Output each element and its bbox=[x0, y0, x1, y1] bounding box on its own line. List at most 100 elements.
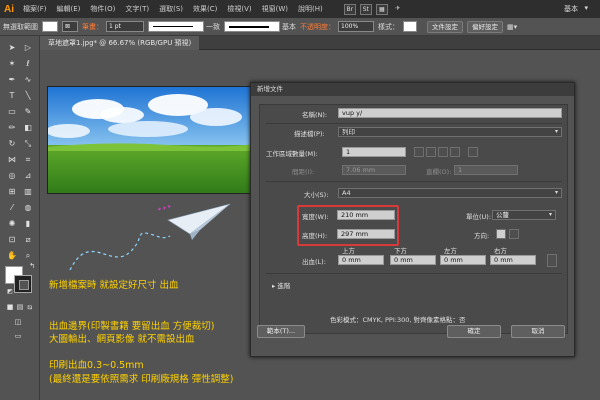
symbol-sprayer-icon[interactable]: ✺ bbox=[6, 218, 18, 230]
variable-width-profile[interactable] bbox=[148, 21, 204, 32]
document-tab[interactable]: 草地遮罩1.jpg* @ 66.67% (RGB/GPU 預視) bbox=[40, 36, 200, 50]
profile-select[interactable]: 列印 bbox=[338, 127, 562, 137]
ok-button[interactable]: 確定 bbox=[447, 325, 501, 338]
menu-edit[interactable]: 編輯(E) bbox=[52, 4, 86, 14]
stock-icon[interactable]: St bbox=[359, 3, 372, 15]
note-line-4: 印刷出血0.3~0.5mm bbox=[49, 360, 144, 371]
opacity-input[interactable]: 100% bbox=[338, 21, 374, 32]
gradient-tool-icon[interactable]: ▥ bbox=[22, 186, 34, 198]
width-label: 寬度(W): bbox=[302, 213, 329, 221]
none-mode-icon[interactable]: ⧅ bbox=[24, 301, 36, 313]
selection-status: 無選取範圍 bbox=[3, 22, 38, 31]
menu-object[interactable]: 物件(O) bbox=[85, 4, 120, 14]
artboard-tool-icon[interactable]: ⊡ bbox=[6, 234, 18, 246]
landscape-image bbox=[48, 87, 258, 193]
menu-file[interactable]: 檔案(F) bbox=[18, 4, 52, 14]
magic-wand-icon[interactable]: ✶ bbox=[6, 58, 18, 70]
eyedropper-icon[interactable]: ⁄ bbox=[6, 202, 18, 214]
layout-direction-icon[interactable] bbox=[468, 147, 478, 157]
curvature-tool-icon[interactable]: ∿ bbox=[22, 74, 34, 86]
height-input[interactable]: 297 mm bbox=[337, 229, 395, 239]
templates-button[interactable]: 範本(T)... bbox=[257, 325, 305, 338]
eraser-icon[interactable]: ◧ bbox=[22, 122, 34, 134]
lasso-icon[interactable]: ℓ bbox=[22, 58, 34, 70]
brush-label: 基本 bbox=[282, 22, 296, 31]
bleed-top-input[interactable]: 0 mm bbox=[338, 255, 384, 265]
menu-effect[interactable]: 效果(C) bbox=[188, 4, 222, 14]
perspective-grid-icon[interactable]: ⊿ bbox=[22, 170, 34, 182]
bleed-left-label: 左方 bbox=[444, 247, 457, 255]
bleed-left-input[interactable]: 0 mm bbox=[440, 255, 486, 265]
menu-type[interactable]: 文字(T) bbox=[120, 4, 154, 14]
type-tool-icon[interactable]: T bbox=[6, 90, 18, 102]
size-select[interactable]: A4 bbox=[338, 188, 562, 198]
arrange-documents-icon[interactable]: ▦▾ bbox=[507, 23, 517, 31]
columns-label: 直欄(O): bbox=[426, 168, 452, 176]
drawing-mode-icon[interactable]: ◫ bbox=[12, 316, 24, 328]
graph-tool-icon[interactable]: ▮ bbox=[22, 218, 34, 230]
menu-select[interactable]: 選取(S) bbox=[154, 4, 188, 14]
style-swatch[interactable] bbox=[403, 21, 417, 32]
selection-tool-icon[interactable]: ➤ bbox=[6, 42, 18, 54]
workspace-switcher[interactable]: 基本 bbox=[564, 4, 578, 14]
divider bbox=[266, 123, 562, 124]
rotate-tool-icon[interactable]: ↻ bbox=[6, 138, 18, 150]
width-input[interactable]: 210 mm bbox=[337, 210, 395, 220]
slice-tool-icon[interactable]: ⧄ bbox=[22, 234, 34, 246]
scale-tool-icon[interactable]: ⤡ bbox=[22, 138, 34, 150]
shape-builder-icon[interactable]: ◎ bbox=[6, 170, 18, 182]
note-line-5: (最終還是要依照需求 印刷廠規格 彈性調整) bbox=[49, 374, 234, 385]
document-setup-button[interactable]: 文件設定 bbox=[427, 20, 463, 33]
stroke-weight-input[interactable]: 1 pt bbox=[106, 21, 144, 32]
advanced-toggle[interactable]: ▸ 進階 bbox=[272, 280, 290, 290]
fill-swatch[interactable] bbox=[42, 21, 58, 32]
line-tool-icon[interactable]: ╲ bbox=[22, 90, 34, 102]
placed-image[interactable] bbox=[47, 86, 259, 194]
stroke-color-swatch[interactable] bbox=[14, 275, 32, 293]
swap-colors-icon[interactable]: ↰ bbox=[26, 260, 38, 272]
link-bleed-icon[interactable] bbox=[547, 254, 557, 267]
size-label: 大小(S): bbox=[304, 191, 329, 199]
chevron-down-icon[interactable]: ▾ bbox=[584, 4, 588, 12]
artboards-count-input[interactable]: 1 bbox=[342, 147, 406, 157]
screen-mode-icon[interactable]: ▭ bbox=[12, 330, 24, 342]
document-name-input[interactable]: vup y/ bbox=[338, 108, 562, 118]
direct-selection-tool-icon[interactable]: ▷ bbox=[22, 42, 34, 54]
style-label: 樣式： bbox=[378, 22, 399, 31]
cancel-button[interactable]: 取消 bbox=[511, 325, 565, 338]
bleed-right-input[interactable]: 0 mm bbox=[490, 255, 536, 265]
rectangle-tool-icon[interactable]: ▭ bbox=[6, 106, 18, 118]
spacing-label: 間距(I): bbox=[292, 168, 315, 176]
pencil-icon[interactable]: ✏ bbox=[6, 122, 18, 134]
spacing-input[interactable]: 7.06 mm bbox=[342, 165, 406, 175]
sync-icon[interactable]: ✈ bbox=[392, 4, 404, 15]
free-transform-icon[interactable]: ⌗ bbox=[22, 154, 34, 166]
menu-window[interactable]: 視窗(W) bbox=[257, 4, 293, 14]
opacity-label[interactable]: 不透明度： bbox=[300, 22, 335, 32]
preferences-button[interactable]: 偏好設定 bbox=[467, 20, 503, 33]
mesh-tool-icon[interactable]: ⊞ bbox=[6, 186, 18, 198]
width-tool-icon[interactable]: ⋈ bbox=[6, 154, 18, 166]
bleed-bottom-input[interactable]: 0 mm bbox=[390, 255, 436, 265]
brush-definition[interactable] bbox=[224, 21, 280, 32]
columns-input[interactable]: 1 bbox=[454, 165, 518, 175]
hand-tool-icon[interactable]: ✋ bbox=[6, 250, 18, 262]
arrange-icon[interactable]: ▦ bbox=[375, 3, 388, 15]
default-colors-icon[interactable]: ◩ bbox=[4, 286, 16, 298]
arrange-by-row-icon[interactable] bbox=[438, 147, 448, 157]
arrange-grid-by-column-icon[interactable] bbox=[426, 147, 436, 157]
blend-tool-icon[interactable]: ◍ bbox=[22, 202, 34, 214]
stroke-label[interactable]: 筆畫： bbox=[82, 22, 103, 32]
portrait-icon[interactable] bbox=[496, 229, 506, 239]
arrange-by-column-icon[interactable] bbox=[450, 147, 460, 157]
units-label: 單位(U): bbox=[466, 213, 492, 221]
bridge-icon[interactable]: Br bbox=[343, 3, 356, 15]
units-select[interactable]: 公釐 bbox=[492, 210, 556, 220]
menu-view[interactable]: 檢視(V) bbox=[222, 4, 256, 14]
stroke-swatch[interactable]: ⊠ bbox=[62, 21, 78, 32]
arrange-grid-by-row-icon[interactable] bbox=[414, 147, 424, 157]
paintbrush-icon[interactable]: ✎ bbox=[22, 106, 34, 118]
landscape-icon[interactable] bbox=[509, 229, 519, 239]
pen-tool-icon[interactable]: ✒ bbox=[6, 74, 18, 86]
menu-help[interactable]: 說明(H) bbox=[293, 4, 328, 14]
